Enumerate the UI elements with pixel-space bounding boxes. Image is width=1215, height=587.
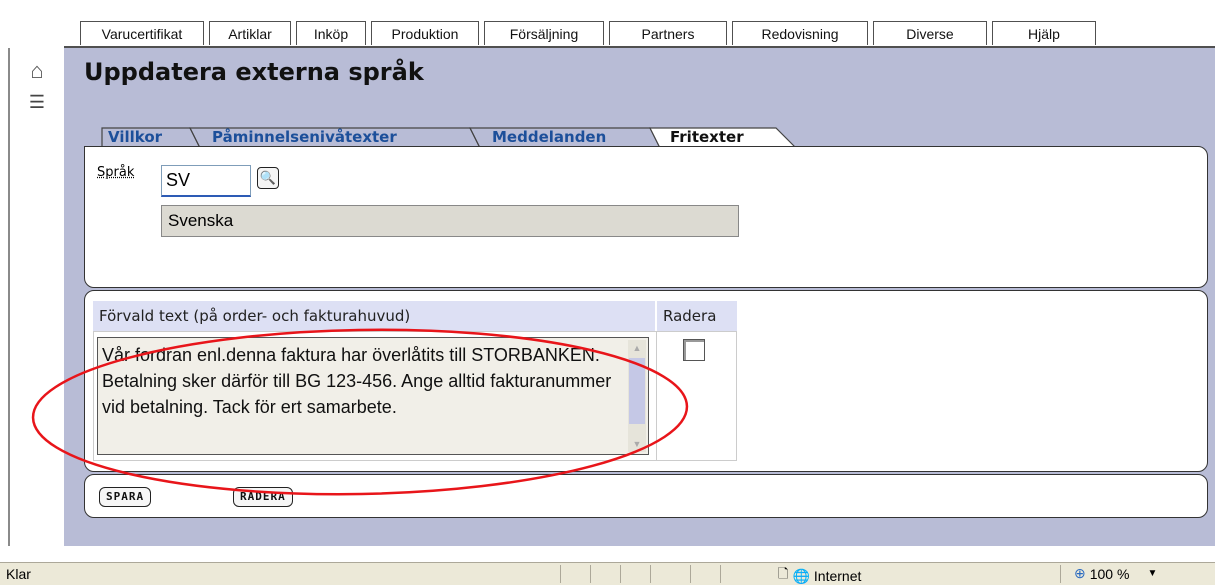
tab-fritexter[interactable]: Fritexter <box>664 126 744 148</box>
status-bar: Klar 🗋 🌐 Internet ⊕ 100 % ▼ <box>0 562 1215 585</box>
delete-checkbox[interactable] <box>683 339 705 361</box>
text-panel: Förvald text (på order- och fakturahuvud… <box>84 290 1208 472</box>
save-button[interactable]: SPARA <box>99 487 152 507</box>
language-label: Språk <box>97 165 135 180</box>
delete-button[interactable]: RADERA <box>233 487 293 507</box>
menu-item-redovisning[interactable]: Redovisning <box>732 21 868 45</box>
menu-item-artiklar[interactable]: Artiklar <box>209 21 291 45</box>
status-separator <box>650 565 651 583</box>
menu-item-diverse[interactable]: Diverse <box>873 21 987 45</box>
status-separator <box>560 565 561 583</box>
tab-meddelanden[interactable]: Meddelanden <box>486 126 606 148</box>
language-panel: Språk 🔍 Svenska <box>84 146 1208 288</box>
status-text: Klar <box>6 566 31 582</box>
menu-item-hjalp[interactable]: Hjälp <box>992 21 1096 45</box>
scroll-up-icon[interactable]: ▲ <box>628 340 646 356</box>
globe-icon: 🌐 <box>792 567 810 584</box>
menu-item-forsaljning[interactable]: Försäljning <box>484 21 604 45</box>
language-name-field: Svenska <box>161 205 739 237</box>
status-separator <box>1060 565 1061 583</box>
status-separator <box>620 565 621 583</box>
status-separator <box>690 565 691 583</box>
home-icon[interactable]: ⌂ <box>22 58 52 84</box>
default-text-value: Vår fordran enl.denna faktura har överlå… <box>102 345 612 417</box>
zone-label: Internet <box>813 568 862 584</box>
top-menu: Varucertifikat Artiklar Inköp Produktion… <box>80 21 1096 47</box>
menu-item-partners[interactable]: Partners <box>609 21 727 45</box>
menu-divider <box>64 46 1215 48</box>
zoom-control[interactable]: ⊕ 100 % ▼ <box>1074 565 1157 582</box>
lookup-button[interactable]: 🔍 <box>257 167 279 189</box>
tab-paminnelsenivatexter[interactable]: Påminnelsenivåtexter <box>206 126 397 148</box>
textarea-scrollbar[interactable]: ▲ ▼ <box>628 340 646 452</box>
default-text-textarea[interactable]: Vår fordran enl.denna faktura har överlå… <box>97 337 649 455</box>
zoom-level: 100 % <box>1089 565 1130 582</box>
button-panel: SPARA RADERA <box>84 474 1208 518</box>
status-separator <box>720 565 721 583</box>
scroll-thumb[interactable] <box>629 358 645 424</box>
sidebar-icons: ⌂ ☰ <box>22 58 52 114</box>
column-header-text: Förvald text (på order- och fakturahuvud… <box>93 301 655 331</box>
menu-item-inkop[interactable]: Inköp <box>296 21 366 45</box>
menu-item-produktion[interactable]: Produktion <box>371 21 479 45</box>
status-separator <box>590 565 591 583</box>
zoom-icon: ⊕ <box>1074 565 1086 581</box>
chevron-down-icon[interactable]: ▼ <box>1147 568 1157 579</box>
language-code-input[interactable] <box>161 165 251 197</box>
scroll-down-icon[interactable]: ▼ <box>628 436 646 452</box>
list-icon[interactable]: ☰ <box>22 90 52 114</box>
page-title: Uppdatera externa språk <box>84 58 424 86</box>
column-header-delete: Radera <box>657 301 737 331</box>
menu-item-varucertifikat[interactable]: Varucertifikat <box>80 21 204 45</box>
search-icon: 🔍 <box>259 170 277 185</box>
tab-villkor[interactable]: Villkor <box>102 126 162 148</box>
left-sidebar <box>8 48 66 546</box>
